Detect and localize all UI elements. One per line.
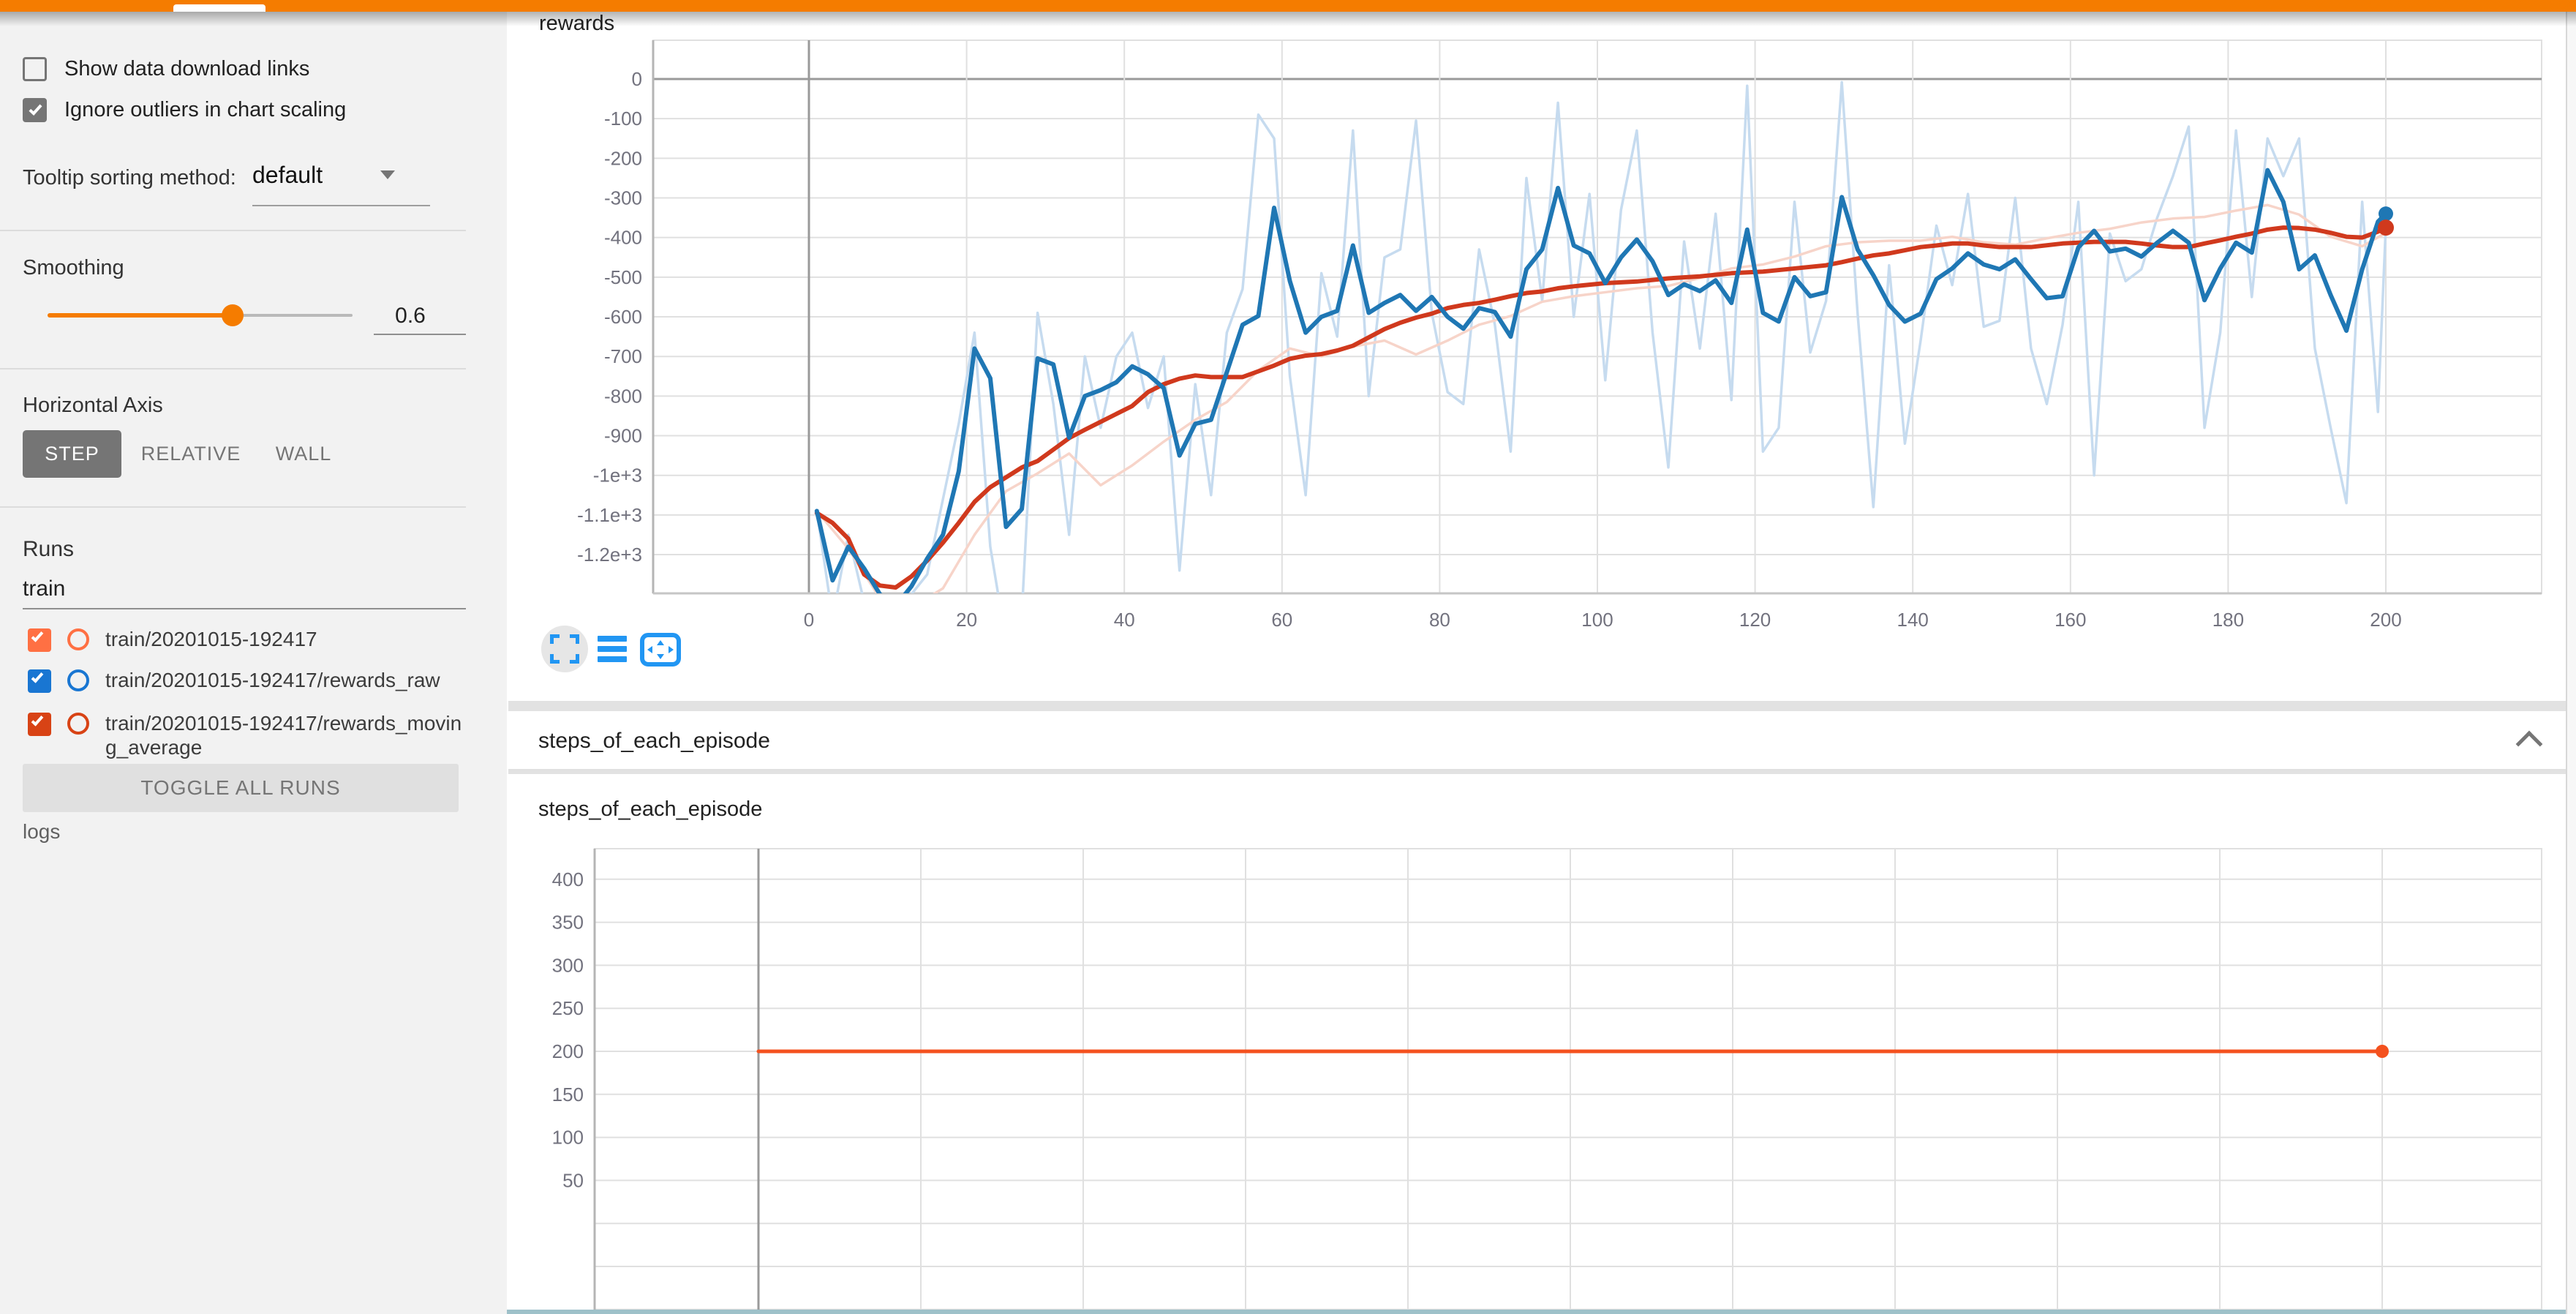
svg-text:-300: -300 bbox=[604, 187, 642, 209]
svg-text:400: 400 bbox=[552, 868, 584, 890]
svg-text:-900: -900 bbox=[604, 425, 642, 447]
run-label: train/20201015-192417/rewards_moving_ave… bbox=[105, 711, 471, 759]
svg-text:140: 140 bbox=[1897, 609, 1929, 631]
show-download-links-row[interactable]: Show data download links bbox=[23, 57, 309, 81]
check-icon bbox=[31, 670, 44, 683]
svg-text:150: 150 bbox=[552, 1084, 584, 1105]
svg-text:100: 100 bbox=[1581, 609, 1613, 631]
svg-text:-500: -500 bbox=[604, 266, 642, 288]
fullscreen-icon bbox=[550, 634, 579, 664]
section-title: steps_of_each_episode bbox=[538, 729, 770, 754]
svg-text:-600: -600 bbox=[604, 306, 642, 328]
ignore-outliers-label: Ignore outliers in chart scaling bbox=[64, 98, 346, 122]
show-download-links-checkbox[interactable] bbox=[23, 57, 47, 81]
svg-text:0: 0 bbox=[632, 68, 642, 90]
run-color-ring-icon[interactable] bbox=[67, 628, 89, 650]
smoothing-slider-thumb[interactable] bbox=[222, 304, 244, 326]
svg-text:100: 100 bbox=[552, 1127, 584, 1149]
rewards-chart-title: rewards bbox=[539, 12, 614, 36]
axis-wall-button[interactable]: WALL bbox=[263, 430, 344, 478]
rewards-chart-card: rewards 0 -100 -200 -300 -400 -500 -600 -700 -80… bbox=[508, 12, 2566, 701]
svg-text:180: 180 bbox=[2212, 609, 2244, 631]
svg-text:200: 200 bbox=[2370, 609, 2401, 631]
ignore-outliers-row[interactable]: Ignore outliers in chart scaling bbox=[23, 98, 346, 122]
svg-text:-1e+3: -1e+3 bbox=[593, 465, 642, 487]
active-tab-indicator bbox=[173, 4, 265, 12]
axis-step-button[interactable]: STEP bbox=[23, 430, 121, 478]
svg-text:-100: -100 bbox=[604, 108, 642, 129]
smoothing-value-input[interactable]: 0.6 bbox=[374, 304, 447, 328]
smoothing-label: Smoothing bbox=[23, 256, 124, 280]
svg-text:40: 40 bbox=[1114, 609, 1135, 631]
svg-text:-700: -700 bbox=[604, 345, 642, 367]
fit-to-data-icon bbox=[640, 633, 681, 667]
svg-text:300: 300 bbox=[552, 954, 584, 976]
run-color-ring-icon[interactable] bbox=[67, 713, 89, 735]
runs-filter-underline bbox=[23, 608, 466, 609]
run-color-ring-icon[interactable] bbox=[67, 669, 89, 691]
chart-toolbar bbox=[508, 626, 801, 677]
run-row-rewards-raw[interactable]: train/20201015-192417/rewards_raw bbox=[28, 669, 471, 693]
steps-chart-plot[interactable]: 400 350 300 250 200 150 100 50 bbox=[508, 774, 2566, 1314]
smoothing-slider-fill bbox=[48, 313, 233, 318]
svg-text:-200: -200 bbox=[604, 147, 642, 169]
check-icon bbox=[29, 102, 42, 116]
chevron-up-icon[interactable] bbox=[2516, 731, 2543, 758]
smoothing-input-underline bbox=[374, 334, 466, 335]
horizontal-axis-label: Horizontal Axis bbox=[23, 394, 163, 418]
log-scale-icon[interactable] bbox=[598, 636, 627, 662]
steps-chart-card: steps_of_each_episode 400350300250200150… bbox=[508, 774, 2566, 1314]
logdir-label: logs bbox=[23, 820, 60, 844]
run-checkbox[interactable] bbox=[28, 713, 51, 736]
svg-text:20: 20 bbox=[956, 609, 977, 631]
divider bbox=[0, 368, 466, 369]
divider bbox=[0, 230, 466, 231]
toggle-all-runs-button[interactable]: TOGGLE ALL RUNS bbox=[23, 764, 459, 812]
ignore-outliers-checkbox[interactable] bbox=[23, 98, 47, 122]
expand-chart-button[interactable] bbox=[541, 626, 588, 672]
run-label: train/20201015-192417/rewards_raw bbox=[105, 668, 471, 693]
tooltip-sorting-dropdown[interactable]: default bbox=[252, 162, 323, 189]
tooltip-sorting-label: Tooltip sorting method: bbox=[23, 166, 236, 190]
svg-text:60: 60 bbox=[1271, 609, 1292, 631]
horizontal-scrollbar[interactable] bbox=[507, 1310, 2576, 1314]
svg-text:-1.2e+3: -1.2e+3 bbox=[577, 544, 642, 566]
show-download-links-label: Show data download links bbox=[64, 57, 309, 81]
rewards-chart-plot[interactable]: 0 -100 -200 -300 -400 -500 -600 -700 -800 -900 -1e… bbox=[508, 12, 2566, 701]
svg-text:120: 120 bbox=[1739, 609, 1771, 631]
svg-text:200: 200 bbox=[552, 1040, 584, 1062]
run-checkbox[interactable] bbox=[28, 628, 51, 652]
svg-text:0: 0 bbox=[804, 609, 814, 631]
svg-text:350: 350 bbox=[552, 912, 584, 934]
runs-section-label: Runs bbox=[23, 537, 74, 562]
divider bbox=[0, 506, 466, 508]
svg-text:50: 50 bbox=[562, 1169, 584, 1191]
axis-relative-button[interactable]: RELATIVE bbox=[143, 430, 238, 478]
svg-text:-1.1e+3: -1.1e+3 bbox=[577, 504, 642, 526]
run-checkbox[interactable] bbox=[28, 669, 51, 693]
settings-sidebar: Show data download links Ignore outliers… bbox=[0, 12, 507, 1314]
svg-text:160: 160 bbox=[2055, 609, 2086, 631]
run-row-rewards-moving-average[interactable]: train/20201015-192417/rewards_moving_ave… bbox=[28, 713, 471, 759]
svg-text:250: 250 bbox=[552, 997, 584, 1019]
svg-text:-400: -400 bbox=[604, 227, 642, 249]
check-icon bbox=[31, 629, 44, 642]
app-top-bar bbox=[0, 0, 2576, 12]
svg-text:-800: -800 bbox=[604, 385, 642, 407]
runs-filter-input[interactable]: train bbox=[23, 577, 65, 601]
section-header-steps-of-each-episode[interactable]: steps_of_each_episode bbox=[508, 711, 2566, 770]
check-icon bbox=[31, 713, 44, 726]
chevron-down-icon[interactable] bbox=[380, 170, 395, 179]
run-row-main[interactable]: train/20201015-192417 bbox=[28, 628, 471, 652]
fit-domain-button[interactable] bbox=[640, 633, 681, 670]
vertical-scrollbar[interactable] bbox=[2566, 12, 2576, 1314]
run-label: train/20201015-192417 bbox=[105, 627, 471, 652]
svg-text:80: 80 bbox=[1429, 609, 1450, 631]
dropdown-underline bbox=[252, 205, 430, 206]
